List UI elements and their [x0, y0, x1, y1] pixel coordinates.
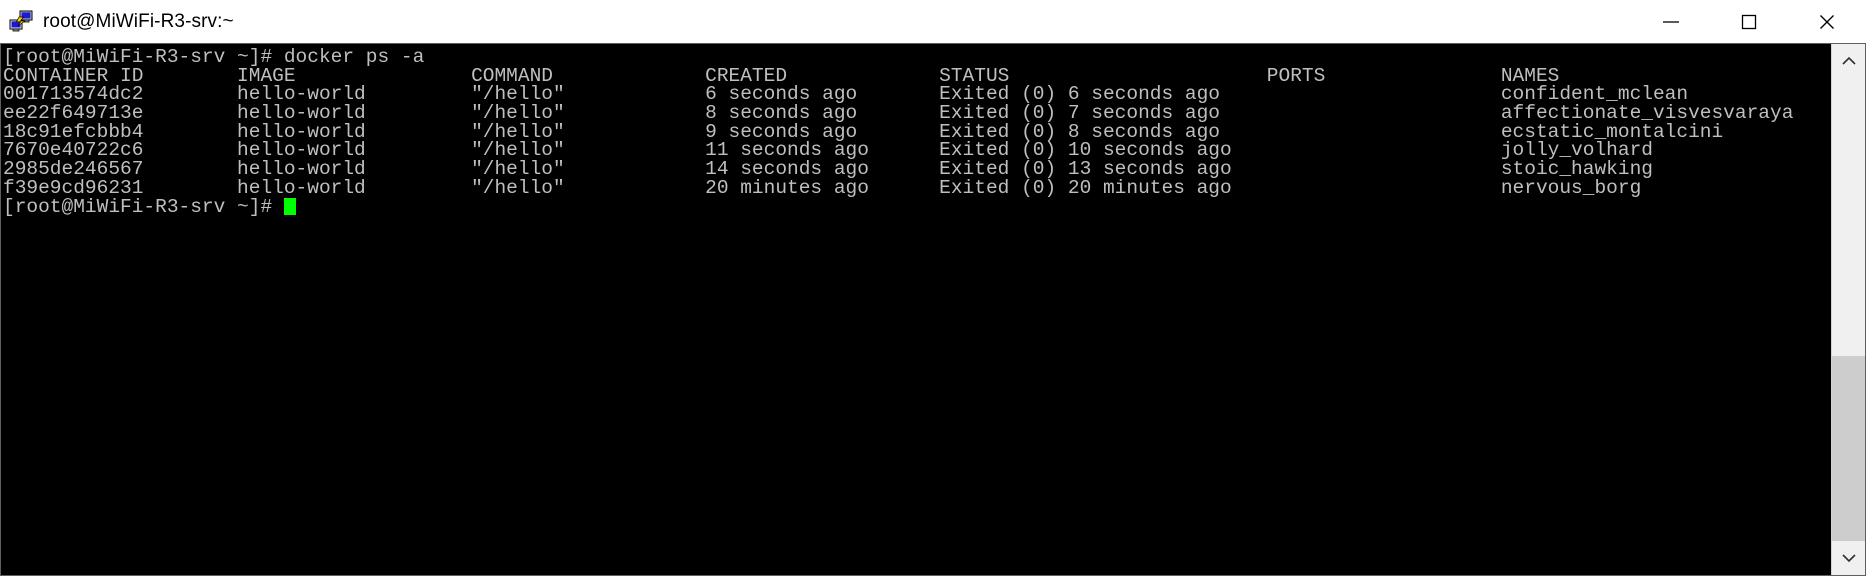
chevron-down-icon — [1841, 553, 1857, 563]
window-title: root@MiWiFi-R3-srv:~ — [43, 10, 234, 32]
terminal-command-line: [root@MiWiFi-R3-srv ~]# docker ps -a — [3, 46, 425, 68]
minimize-button[interactable] — [1632, 0, 1710, 43]
maximize-button[interactable] — [1710, 0, 1788, 43]
table-row: 2985de246567 hello-world "/hello" 14 sec… — [3, 158, 1653, 181]
minimize-icon — [1661, 15, 1681, 29]
scrollbar-track[interactable] — [1832, 78, 1865, 541]
close-icon — [1818, 13, 1836, 31]
shell-prompt: [root@MiWiFi-R3-srv ~]# — [3, 195, 284, 218]
terminal-cursor — [283, 197, 296, 215]
terminal-body: [root@MiWiFi-R3-srv ~]# docker ps -a CON… — [0, 44, 1866, 576]
scrollbar-up-button[interactable] — [1832, 44, 1865, 78]
terminal-prompt-line: [root@MiWiFi-R3-srv ~]# — [3, 195, 1831, 218]
window-controls — [1632, 0, 1866, 43]
title-bar: root@MiWiFi-R3-srv:~ — [0, 0, 1866, 44]
scrollbar-down-button[interactable] — [1832, 541, 1865, 575]
putty-network-computer-icon — [8, 10, 34, 34]
chevron-up-icon — [1841, 56, 1857, 66]
terminal-screen[interactable]: [root@MiWiFi-R3-srv ~]# docker ps -a CON… — [1, 44, 1831, 575]
table-row: ee22f649713e hello-world "/hello" 8 seco… — [3, 102, 1794, 125]
terminal-scrollbar[interactable] — [1831, 44, 1865, 575]
title-bar-left: root@MiWiFi-R3-srv:~ — [0, 10, 1632, 34]
close-button[interactable] — [1788, 0, 1866, 43]
scrollbar-thumb[interactable] — [1832, 355, 1865, 541]
putty-terminal-window: root@MiWiFi-R3-srv:~ [root@MiWiFi-R3-srv… — [0, 0, 1866, 576]
maximize-icon — [1740, 13, 1758, 31]
